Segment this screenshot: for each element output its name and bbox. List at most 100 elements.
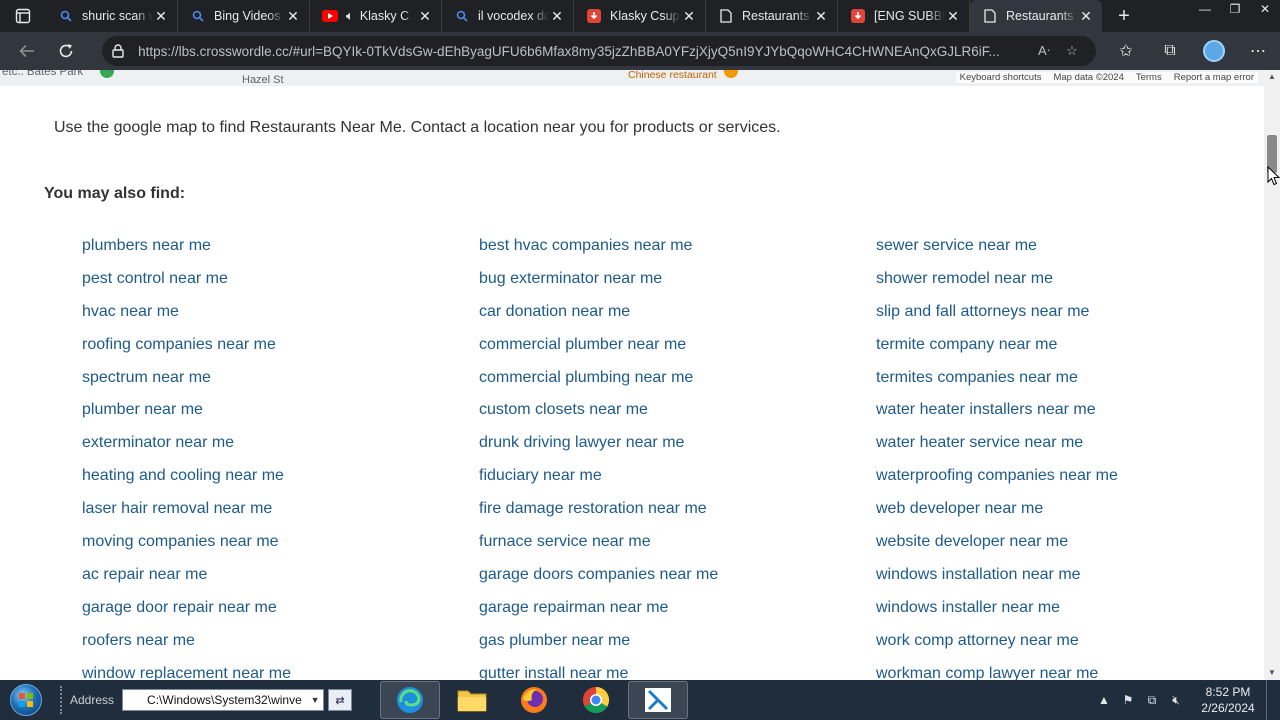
more-menu-icon[interactable]: ⋯ — [1236, 35, 1280, 67]
close-icon[interactable]: ✕ — [549, 8, 565, 24]
related-link[interactable]: garage door repair near me — [82, 598, 291, 631]
related-link[interactable]: car donation near me — [479, 302, 718, 335]
start-button[interactable] — [0, 680, 52, 720]
tab-shuric-scan[interactable]: shuric scan v ✕ — [46, 0, 178, 32]
keyboard-shortcuts-link[interactable]: Keyboard shortcuts — [960, 72, 1042, 83]
toolbar-grip[interactable] — [60, 686, 66, 714]
tab-bing-videos[interactable]: Bing Videos ✕ — [178, 0, 310, 32]
close-window-button[interactable]: ✕ — [1250, 0, 1280, 18]
related-link[interactable]: windows installer near me — [876, 598, 1118, 631]
close-icon[interactable]: ✕ — [945, 8, 961, 24]
related-link[interactable]: laser hair removal near me — [82, 499, 291, 532]
show-desktop-button[interactable] — [1266, 680, 1280, 720]
scroll-up-icon[interactable]: ▲ — [1264, 70, 1280, 84]
related-link[interactable]: termite company near me — [876, 335, 1118, 368]
related-link[interactable]: commercial plumber near me — [479, 335, 718, 368]
back-button[interactable] — [10, 35, 43, 67]
favorites-icon[interactable]: ✩ — [1104, 35, 1148, 67]
close-icon[interactable]: ✕ — [1078, 8, 1094, 24]
speaker-icon[interactable]: 🔈︎ — [346, 8, 354, 24]
related-link[interactable]: gas plumber near me — [479, 631, 718, 664]
terms-link[interactable]: Terms — [1136, 72, 1162, 83]
related-link[interactable]: exterminator near me — [82, 433, 291, 466]
related-link[interactable]: garage repairman near me — [479, 598, 718, 631]
volume-muted-icon[interactable]: 🔇︎ — [1164, 693, 1188, 708]
close-icon[interactable]: ✕ — [153, 8, 169, 24]
tab-il-vocodex[interactable]: il vocodex dc ✕ — [442, 0, 574, 32]
firefox-app-button[interactable] — [504, 681, 564, 719]
close-icon[interactable]: ✕ — [417, 8, 433, 24]
related-link[interactable]: work comp attorney near me — [876, 631, 1118, 664]
related-link[interactable]: garage doors companies near me — [479, 565, 718, 598]
network-icon[interactable]: ⧉ — [1140, 693, 1164, 708]
scroll-down-icon[interactable]: ▼ — [1264, 666, 1280, 680]
edge-app-button[interactable] — [380, 681, 441, 719]
go-button[interactable]: ⇄ — [328, 689, 353, 711]
related-link[interactable]: hvac near me — [82, 302, 291, 335]
tab-actions-menu[interactable] — [0, 0, 46, 32]
related-link[interactable]: drunk driving lawyer near me — [479, 433, 718, 466]
show-hidden-icons-icon[interactable]: ▲ — [1092, 693, 1116, 707]
add-favorite-icon[interactable]: ☆ — [1058, 43, 1086, 59]
related-link[interactable]: window replacement near me — [82, 664, 291, 680]
park-pin-icon[interactable] — [100, 70, 114, 78]
tab-klasky-youtube[interactable]: 🔈︎ Klasky C ✕ — [310, 0, 442, 32]
chevron-down-icon[interactable]: ▼ — [308, 689, 322, 711]
url-text[interactable]: https://lbs.crosswordle.cc/#url=BQYIk-0T… — [138, 44, 1030, 59]
tab-restaurants-active[interactable]: Restaurants ✕ — [970, 0, 1102, 32]
related-link[interactable]: slip and fall attorneys near me — [876, 302, 1118, 335]
related-link[interactable]: plumbers near me — [82, 236, 291, 269]
page-scrollbar[interactable]: ▲ ▼ — [1264, 70, 1280, 680]
related-link[interactable]: custom closets near me — [479, 400, 718, 433]
tab-eng-subbed[interactable]: [ENG SUBBE ✕ — [838, 0, 970, 32]
related-link[interactable]: ac repair near me — [82, 565, 291, 598]
related-link[interactable]: fire damage restoration near me — [479, 499, 718, 532]
address-bar[interactable]: https://lbs.crosswordle.cc/#url=BQYIk-0T… — [102, 36, 1096, 66]
profile-button[interactable] — [1192, 35, 1236, 67]
close-icon[interactable]: ✕ — [813, 8, 829, 24]
related-link[interactable]: water heater installers near me — [876, 400, 1118, 433]
related-link[interactable]: heating and cooling near me — [82, 466, 291, 499]
related-link[interactable]: furnace service near me — [479, 532, 718, 565]
taskbar-address-input[interactable]: C:\Windows\System32\winve — [122, 689, 325, 711]
related-link[interactable]: fiduciary near me — [479, 466, 718, 499]
related-link[interactable]: water heater service near me — [876, 433, 1118, 466]
related-link[interactable]: windows installation near me — [876, 565, 1118, 598]
media-app-button[interactable] — [628, 681, 689, 719]
related-link[interactable]: pest control near me — [82, 269, 291, 302]
read-aloud-icon[interactable]: A͏ᐧ — [1030, 43, 1058, 59]
related-link[interactable]: termites companies near me — [876, 368, 1118, 401]
file-explorer-app-button[interactable] — [442, 681, 502, 719]
collections-icon[interactable]: ⧉ — [1148, 35, 1192, 67]
related-link[interactable]: spectrum near me — [82, 368, 291, 401]
restore-button[interactable]: ❐ — [1220, 0, 1250, 18]
refresh-button[interactable] — [49, 35, 82, 67]
related-link[interactable]: sewer service near me — [876, 236, 1118, 269]
close-icon[interactable]: ✕ — [681, 8, 697, 24]
related-link[interactable]: gutter install near me — [479, 664, 718, 680]
tab-klasky-csupo[interactable]: Klasky Csupo ✕ — [574, 0, 706, 32]
lock-icon[interactable] — [112, 44, 126, 58]
report-map-error-link[interactable]: Report a map error — [1174, 72, 1254, 83]
map-embed[interactable]: etc.. Bates Park Hazel St Chinese restau… — [0, 70, 1264, 86]
related-link[interactable]: bug exterminator near me — [479, 269, 718, 302]
related-link[interactable]: workman comp lawyer near me — [876, 664, 1118, 680]
related-link[interactable]: best hvac companies near me — [479, 236, 718, 269]
related-link[interactable]: roofing companies near me — [82, 335, 291, 368]
tab-restaurants-1[interactable]: Restaurants ✕ — [706, 0, 838, 32]
related-link[interactable]: plumber near me — [82, 400, 291, 433]
related-link[interactable]: shower remodel near me — [876, 269, 1118, 302]
related-link[interactable]: roofers near me — [82, 631, 291, 664]
related-link[interactable]: waterproofing companies near me — [876, 466, 1118, 499]
action-center-flag-icon[interactable]: ⚑ — [1116, 693, 1140, 707]
system-clock[interactable]: 8:52 PM 2/26/2024 — [1196, 684, 1260, 716]
related-link[interactable]: website developer near me — [876, 532, 1118, 565]
minimize-button[interactable]: — — [1190, 0, 1220, 18]
chrome-app-button[interactable] — [566, 681, 626, 719]
related-link[interactable]: moving companies near me — [82, 532, 291, 565]
related-link[interactable]: commercial plumbing near me — [479, 368, 718, 401]
related-link[interactable]: web developer near me — [876, 499, 1118, 532]
restaurant-pin-icon[interactable] — [724, 70, 738, 78]
new-tab-button[interactable]: + — [1106, 0, 1142, 32]
close-icon[interactable]: ✕ — [285, 8, 301, 24]
